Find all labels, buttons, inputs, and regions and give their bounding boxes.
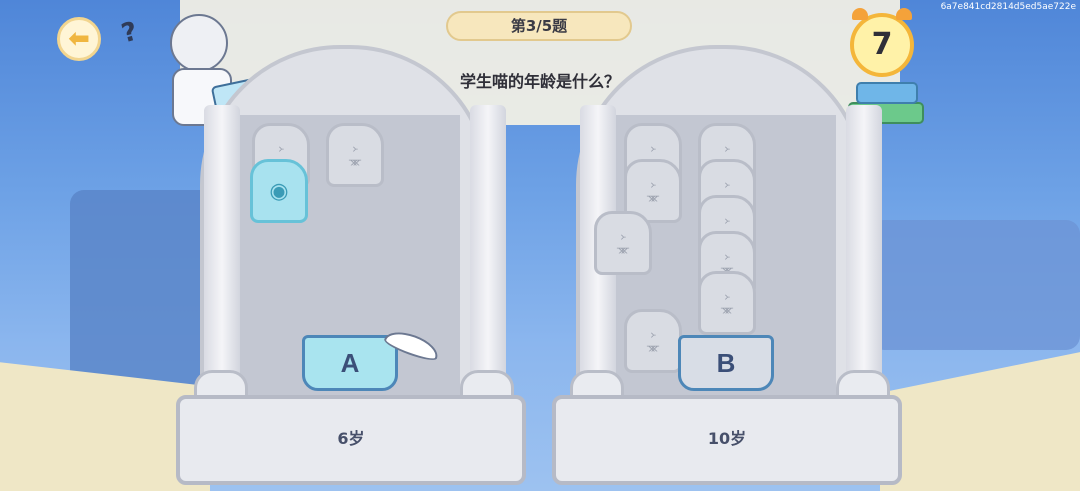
glowing-stone-tablet-icon: ◉ [250, 159, 308, 223]
choice-b-letter: B [716, 347, 736, 378]
session-hash: 6a7e841cd2814d5ed5ae722e [940, 2, 1076, 12]
background-book-right [870, 220, 1080, 350]
choice-a-answer: 6岁 [337, 429, 365, 448]
stone-tablet: ᚛ᚘ [698, 271, 756, 335]
question-marks-decoration: ? [118, 16, 141, 50]
back-arrow-icon: ⬅ [68, 24, 90, 54]
choice-b-book-icon: B [678, 335, 774, 391]
choice-a-book-icon: A [302, 335, 398, 391]
choice-b-answer: 10岁 [707, 429, 747, 448]
stone-tablet: ᚛ᚘ [594, 211, 652, 275]
choice-a-letter: A [340, 347, 360, 378]
stone-tablet: ᚛ᚘ [326, 123, 384, 187]
stone-tablet: ᚛ᚘ [624, 309, 682, 373]
pillar-right [846, 105, 882, 405]
pillar-left [204, 105, 240, 405]
alarm-clock-icon [852, 8, 868, 20]
back-button[interactable]: ⬅ [57, 17, 101, 61]
pillar-right [470, 105, 506, 405]
choice-b-temple[interactable]: ᚛ᚘ ᚛ᚘ ᚛ᚘ ᚛ᚘ ᚛ᚘ ᚛ᚘ ᚛ᚘ ᚛ᚘ ᚛ᚘ B 10岁 [552, 35, 902, 485]
choice-a-temple[interactable]: ᚛ᚘ ◉ ᚛ᚘ A 6岁 [176, 35, 526, 485]
